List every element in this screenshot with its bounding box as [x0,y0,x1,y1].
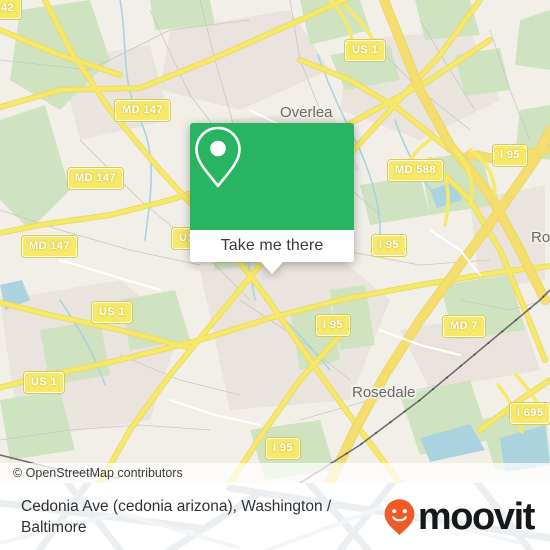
road-shield: I 95 [266,438,300,459]
road-shield: US 1 [24,372,65,393]
road-shield: MD 7 [443,316,485,337]
road-shield: MD 147 [115,100,170,121]
location-pin-icon [195,126,241,188]
location-popup-card[interactable]: Take me there [190,123,354,274]
road-shield: US 1 [92,302,133,323]
moovit-wordmark: moovit [417,495,536,538]
road-shield: I 95 [493,145,527,166]
take-me-there-label: Take me there [220,237,324,254]
road-shield: 42 [0,0,22,19]
popup-footer[interactable]: Take me there [190,230,354,262]
road-shield: I 95 [316,315,350,336]
map-attribution-bar: © OpenStreetMap contributors [0,463,550,483]
road-shield: I 695 [510,403,550,424]
popup-body: Take me there [190,123,354,262]
popup-header [190,123,354,230]
road-shield: MD 147 [22,236,77,257]
road-shield: MD 588 [388,160,443,181]
moovit-logo[interactable]: moovit [383,495,536,538]
road-shield: I 95 [372,235,406,256]
osm-attribution-text[interactable]: © OpenStreetMap contributors [0,466,183,480]
popup-tail [261,262,283,274]
footer-bar: Cedonia Ave (cedonia arizona), Washingto… [0,483,550,550]
footer-content: Cedonia Ave (cedonia arizona), Washingto… [0,483,550,550]
map-canvas[interactable]: .rd { stroke:#f7e967; stroke-linecap:rou… [0,0,550,483]
location-title: Cedonia Ave (cedonia arizona), Washingto… [21,497,332,536]
moovit-pin-icon [384,498,415,535]
road-shield: MD 147 [68,168,123,189]
moovit-map-screen: .rd { stroke:#f7e967; stroke-linecap:rou… [0,0,550,550]
road-shield: US 1 [345,40,386,61]
